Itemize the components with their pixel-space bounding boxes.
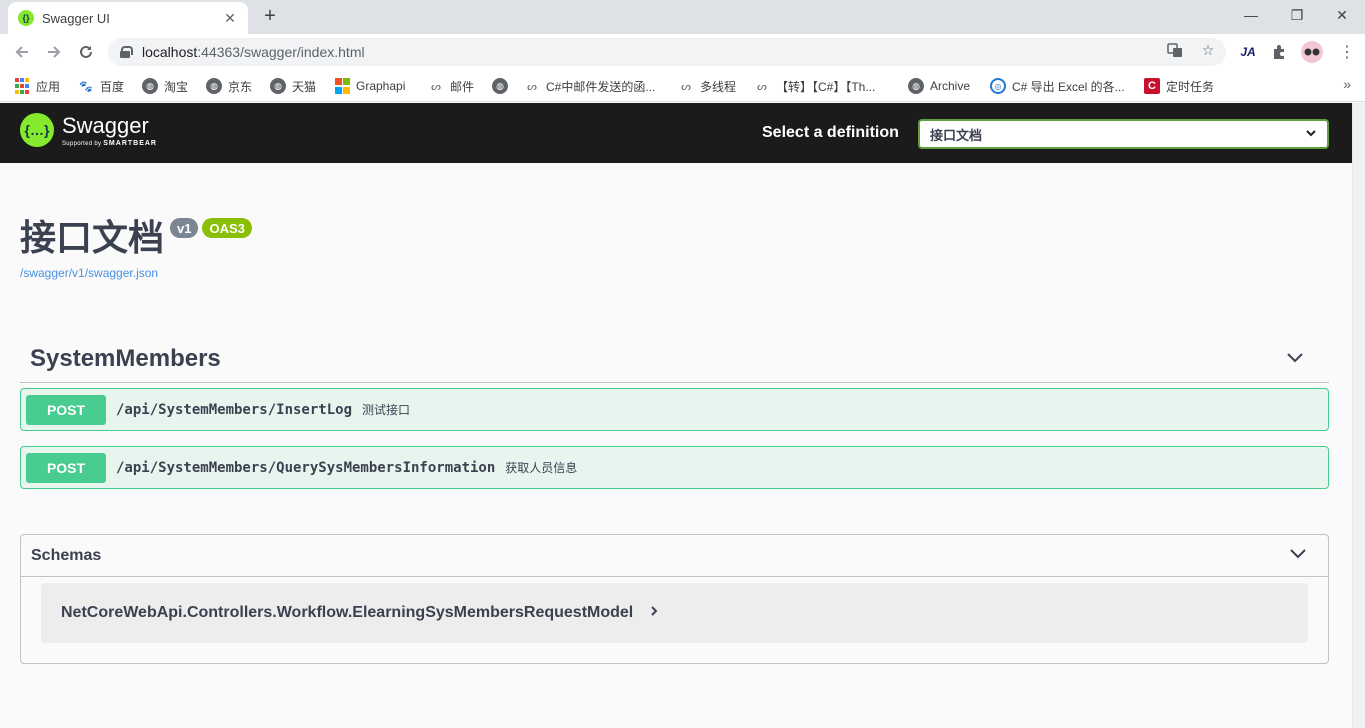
- browser-toolbar: localhost:44363/swagger/index.html ☆ JA …: [0, 34, 1365, 70]
- baidu-paw-icon: 🐾: [79, 80, 93, 93]
- bookmark-tmall[interactable]: ◍ 天猫: [270, 76, 316, 96]
- swirl-icon: ᔕ: [757, 80, 767, 93]
- swagger-logo[interactable]: {…} Swagger Supported by SMARTBEAR: [20, 113, 157, 147]
- globe-icon: ◍: [492, 78, 508, 94]
- logo-name: Swagger: [62, 112, 149, 138]
- bookmark-apps[interactable]: 应用: [14, 76, 60, 96]
- chevron-down-icon: [1285, 347, 1305, 372]
- bookmark-archive[interactable]: ◍ Archive: [908, 76, 970, 96]
- browser-tab-strip: {} Swagger UI ✕ + — ❐ ✕: [0, 0, 1365, 34]
- window-close-button[interactable]: ✕: [1319, 0, 1365, 30]
- tab-close-icon[interactable]: ✕: [222, 10, 238, 27]
- method-badge: POST: [26, 394, 106, 425]
- globe-icon: ◍: [206, 78, 222, 94]
- bookmark-csharp-mail[interactable]: ᔕ C#中邮件发送的函...: [524, 76, 655, 96]
- globe-icon: ◍: [142, 78, 158, 94]
- blue-circle-icon: ◎: [990, 78, 1006, 94]
- bookmark-star-icon[interactable]: ☆: [1199, 41, 1217, 59]
- bookmark-taobao[interactable]: ◍ 淘宝: [142, 76, 188, 96]
- schemas-title: Schemas: [31, 546, 102, 564]
- bookmark-zhuan[interactable]: ᔕ 【转】【C#】【Th...: [754, 76, 875, 96]
- schemas-header[interactable]: Schemas: [21, 535, 1328, 577]
- ja-extension-icon[interactable]: JA: [1237, 41, 1259, 63]
- logo-subtitle: Supported by SMARTBEAR: [62, 139, 157, 147]
- red-c-icon: C: [1144, 78, 1160, 94]
- operation-insertlog[interactable]: POST /api/SystemMembers/InsertLog 测试接口: [20, 388, 1329, 431]
- globe-icon: ◍: [270, 78, 286, 94]
- forward-icon[interactable]: [42, 40, 66, 64]
- schema-model-item[interactable]: NetCoreWebApi.Controllers.Workflow.Elear…: [41, 583, 1308, 643]
- back-icon[interactable]: [10, 40, 34, 64]
- definition-label: Select a definition: [762, 124, 899, 141]
- bookmark-mail[interactable]: ᔕ 邮件: [428, 76, 474, 96]
- tab-title: Swagger UI: [42, 10, 110, 26]
- globe-icon: ◍: [908, 78, 924, 94]
- swagger-favicon-icon: {}: [18, 10, 34, 26]
- operation-summary: 获取人员信息: [505, 461, 578, 475]
- restore-button[interactable]: ❐: [1274, 0, 1320, 30]
- url-text: localhost:44363/swagger/index.html: [142, 44, 365, 60]
- operation-path: /api/SystemMembers/QuerySysMembersInform…: [116, 459, 496, 476]
- swagger-logo-icon: {…}: [20, 113, 54, 147]
- swirl-icon: ᔕ: [431, 80, 441, 93]
- operation-path: /api/SystemMembers/InsertLog: [116, 401, 353, 418]
- schemas-section: Schemas NetCoreWebApi.Controllers.Workfl…: [20, 534, 1329, 664]
- spec-json-link[interactable]: /swagger/v1/swagger.json: [20, 266, 158, 280]
- definition-select-value: 接口文档: [930, 127, 983, 143]
- bookmark-scheduled[interactable]: C 定时任务: [1144, 76, 1214, 96]
- operation-summary: 测试接口: [362, 403, 411, 417]
- apps-grid-icon: [14, 78, 30, 94]
- chevron-down-icon: [1288, 543, 1308, 568]
- swagger-topbar: {…} Swagger Supported by SMARTBEAR Selec…: [0, 103, 1352, 163]
- page-scrollbar[interactable]: [1352, 103, 1365, 728]
- method-badge: POST: [26, 452, 106, 483]
- api-title-block: 接口文档 v1 OAS3: [20, 214, 252, 262]
- bookmarks-bar: 应用 🐾 百度 ◍ 淘宝 ◍ 京东 ◍ 天猫 Graphapi ᔕ 邮件 ◍ ᔕ…: [0, 70, 1365, 102]
- chevron-right-icon: [649, 604, 659, 622]
- definition-select[interactable]: 接口文档: [918, 119, 1329, 149]
- swirl-icon: ᔕ: [527, 80, 537, 93]
- bookmark-graphapi[interactable]: Graphapi: [334, 76, 405, 96]
- bookmark-jd[interactable]: ◍ 京东: [206, 76, 252, 96]
- swirl-icon: ᔕ: [681, 80, 691, 93]
- bookmarks-more-button[interactable]: »: [1343, 76, 1351, 92]
- microsoft-icon: [334, 78, 350, 94]
- menu-kebab-icon[interactable]: ⋮: [1336, 41, 1358, 63]
- page-title: 接口文档: [20, 217, 165, 258]
- bookmark-threading[interactable]: ᔕ 多线程: [678, 76, 736, 96]
- new-tab-button[interactable]: +: [258, 4, 282, 28]
- bookmark-globe[interactable]: ◍: [492, 76, 514, 96]
- browser-tab[interactable]: {} Swagger UI ✕: [8, 2, 248, 34]
- version-badge: v1: [170, 218, 199, 238]
- chevron-down-icon: [1305, 127, 1317, 142]
- operation-querysysmembers[interactable]: POST /api/SystemMembers/QuerySysMembersI…: [20, 446, 1329, 489]
- bookmark-baidu[interactable]: 🐾 百度: [78, 76, 124, 96]
- extensions-puzzle-icon[interactable]: [1268, 41, 1290, 63]
- minimize-button[interactable]: —: [1228, 0, 1274, 30]
- lock-icon: [120, 46, 133, 58]
- tag-name: SystemMembers: [30, 345, 221, 372]
- schema-model-name: NetCoreWebApi.Controllers.Workflow.Elear…: [61, 604, 634, 621]
- reload-icon[interactable]: [74, 40, 98, 64]
- profile-avatar[interactable]: [1301, 41, 1323, 63]
- tag-header-systemmembers[interactable]: SystemMembers: [20, 336, 1329, 383]
- oas-badge: OAS3: [202, 218, 252, 238]
- translate-icon[interactable]: [1166, 41, 1184, 59]
- bookmark-excel[interactable]: ◎ C# 导出 Excel 的各...: [990, 76, 1125, 96]
- address-bar[interactable]: localhost:44363/swagger/index.html: [108, 38, 1226, 66]
